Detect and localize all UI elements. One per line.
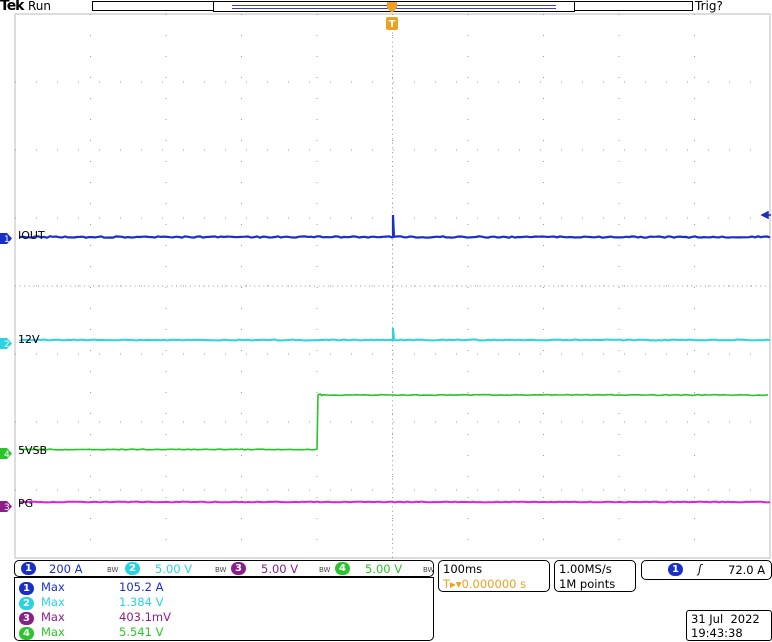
meas3-name: Max bbox=[41, 610, 65, 624]
meas2-badge: 2 bbox=[19, 597, 34, 610]
acquisition-readout[interactable]: 1.00MS/s 1M points bbox=[554, 560, 636, 592]
meas4-badge: 4 bbox=[19, 627, 34, 640]
record-length: 1M points bbox=[559, 577, 615, 591]
ch3-label: PG bbox=[18, 497, 33, 510]
measurement-row: 1 Max 105.2 A bbox=[19, 580, 34, 595]
ch1-bw-limit: BW bbox=[107, 566, 118, 574]
datetime-readout: 31 Jul 2022 19:43:38 bbox=[686, 610, 772, 641]
ch1-label: IOUT bbox=[18, 229, 45, 242]
trigger-source-badge: 1 bbox=[668, 563, 683, 576]
waveform-traces bbox=[20, 215, 770, 502]
channel-scale-bar[interactable]: 1 200 A BW 2 5.00 V BW 3 5.00 V BW 4 5.0… bbox=[14, 560, 434, 577]
ch2-bw-limit: BW bbox=[215, 566, 226, 574]
meas4-value: 5.541 V bbox=[119, 625, 163, 639]
measurement-row: 3 Max 403.1mV bbox=[19, 610, 34, 625]
trigger-position-marker[interactable]: T bbox=[386, 2, 398, 30]
measurement-row: 4 Max 5.541 V bbox=[19, 625, 34, 640]
sample-rate: 1.00MS/s bbox=[559, 562, 612, 576]
meas1-name: Max bbox=[41, 580, 65, 594]
measurement-panel[interactable]: 1 Max 105.2 A 2 Max 1.384 V 3 Max 403.1m… bbox=[14, 577, 434, 641]
svg-text:4: 4 bbox=[4, 450, 10, 459]
meas3-value: 403.1mV bbox=[119, 610, 171, 624]
ch3-ground-marker[interactable]: 3 bbox=[0, 497, 12, 508]
meas1-value: 105.2 A bbox=[119, 580, 163, 594]
time: 19:43:38 bbox=[691, 626, 743, 640]
measurement-row: 2 Max 1.384 V bbox=[19, 595, 34, 610]
ch1-badge: 1 bbox=[21, 562, 36, 575]
timebase-scale: 100ms bbox=[443, 562, 482, 576]
svg-text:2: 2 bbox=[4, 340, 10, 349]
ch4-label: 5VSB bbox=[18, 444, 47, 457]
ch4-badge: 4 bbox=[335, 562, 350, 575]
ch4-ground-marker[interactable]: 4 bbox=[0, 444, 12, 455]
trigger-position-icon: T▸▾ bbox=[443, 577, 462, 591]
ch2-scale: 5.00 V bbox=[155, 562, 192, 576]
ch3-trace bbox=[20, 502, 770, 503]
meas2-value: 1.384 V bbox=[119, 595, 163, 609]
ch2-label: 12V bbox=[18, 333, 40, 346]
ch4-scale: 5.00 V bbox=[365, 562, 402, 576]
trigger-level: 72.0 A bbox=[728, 563, 765, 577]
svg-text:1: 1 bbox=[4, 235, 10, 244]
ch3-scale: 5.00 V bbox=[261, 562, 298, 576]
ch3-bw-limit: BW bbox=[319, 566, 330, 574]
meas3-badge: 3 bbox=[19, 612, 34, 625]
meas1-badge: 1 bbox=[19, 582, 34, 595]
ch1-trace bbox=[20, 215, 770, 238]
trigger-position-value: 0.000000 s bbox=[462, 577, 527, 591]
svg-text:3: 3 bbox=[4, 503, 10, 512]
readout-panel: 1 200 A BW 2 5.00 V BW 3 5.00 V BW 4 5.0… bbox=[0, 560, 772, 642]
ch4-bw-limit: BW bbox=[423, 566, 434, 574]
ch3-badge: 3 bbox=[231, 562, 246, 575]
meas2-name: Max bbox=[41, 595, 65, 609]
timebase-readout[interactable]: 100ms T▸▾0.000000 s bbox=[438, 560, 550, 592]
ch2-ground-marker[interactable]: 2 bbox=[0, 334, 12, 345]
ch1-ground-marker[interactable]: 1 bbox=[0, 229, 12, 240]
ch2-trace bbox=[20, 328, 770, 341]
trigger-readout[interactable]: 1 ʃ 72.0 A bbox=[641, 560, 772, 580]
rising-edge-icon: ʃ bbox=[698, 562, 702, 576]
trigger-marker-text: T bbox=[389, 19, 396, 30]
trigger-position: T▸▾0.000000 s bbox=[443, 577, 526, 591]
ch1-scale: 200 A bbox=[49, 562, 82, 576]
meas4-name: Max bbox=[41, 625, 65, 639]
waveform-display[interactable]: T bbox=[0, 0, 772, 560]
ch2-badge: 2 bbox=[125, 562, 140, 575]
date: 31 Jul 2022 bbox=[691, 612, 760, 626]
graticule bbox=[15, 14, 770, 558]
